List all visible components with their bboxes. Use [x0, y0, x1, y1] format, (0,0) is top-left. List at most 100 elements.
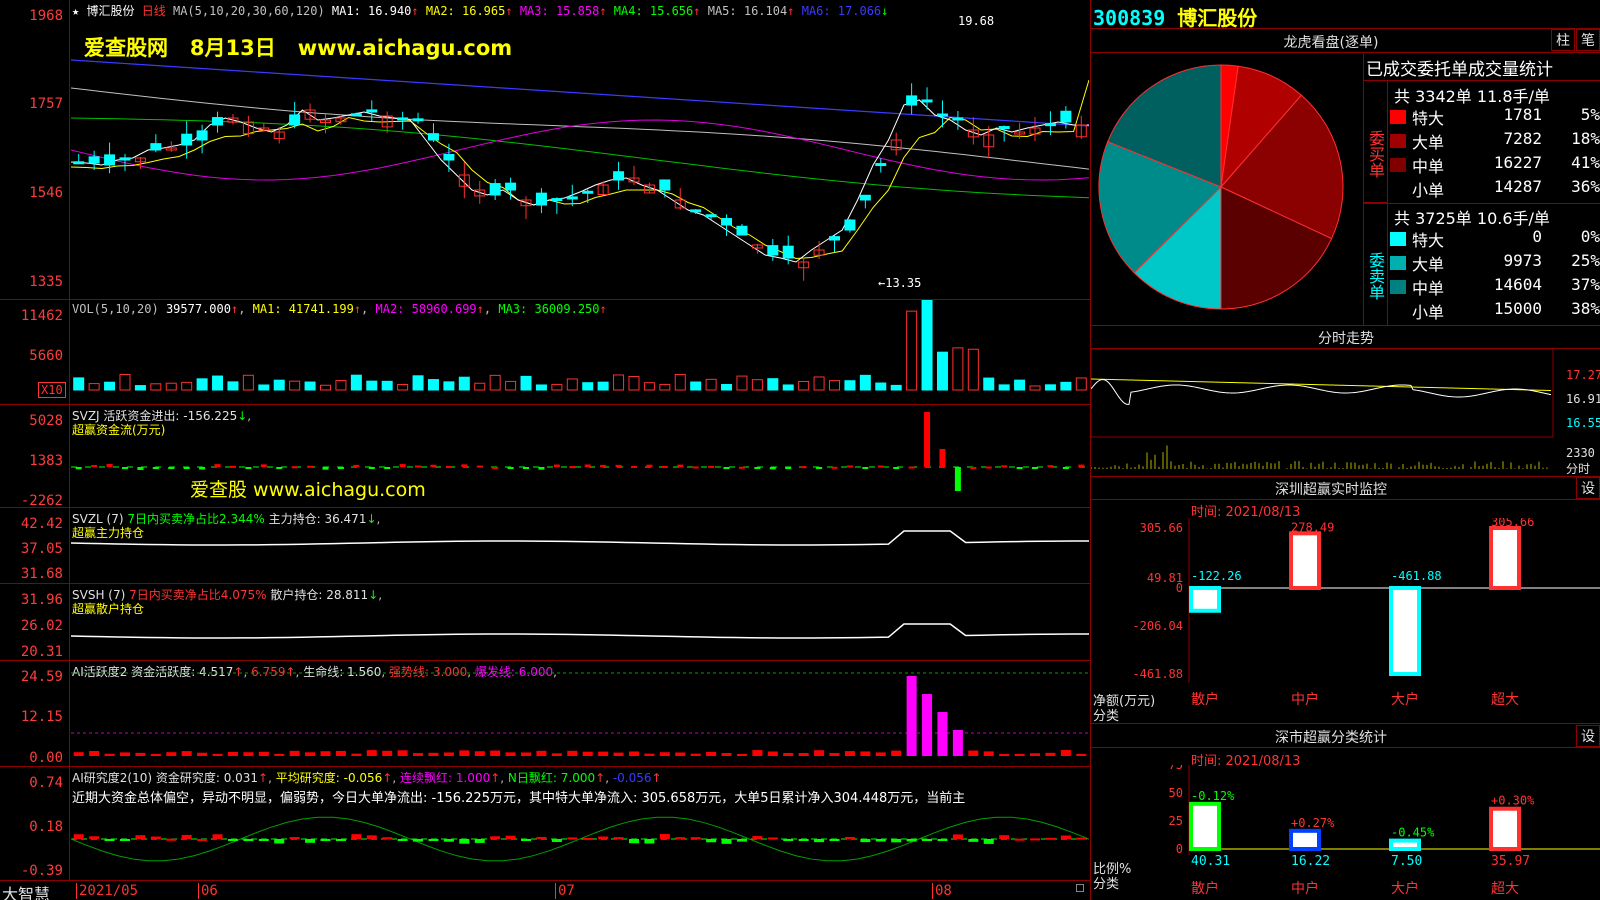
ai-activity-panel[interactable]: 24.59 12.15 0.00 AI活跃度2 资金活跃度: 4.517↑, 6… [0, 661, 1090, 767]
lhb-title: 龙虎看盘(逐单) [1283, 35, 1379, 51]
fs-tick: 16.91 [1566, 392, 1600, 406]
class-category: 中户 [1291, 880, 1319, 897]
candle-body [844, 219, 856, 231]
volume-panel[interactable]: 11462 5660 X10 VOL(5,10,20) 39577.000↑, … [0, 300, 1090, 405]
column-mode-button[interactable]: 柱 [1551, 29, 1575, 51]
sell-summary: 共 3725单 10.6手/单 [1394, 209, 1550, 228]
flow-bar [1001, 465, 1008, 468]
research-bar [104, 839, 115, 841]
intraday-chart[interactable] [1091, 349, 1556, 476]
activity-bar [999, 753, 1010, 756]
monitor-settings-button[interactable]: 设 [1576, 477, 1600, 499]
flow-bar [538, 467, 545, 470]
research-bar [258, 839, 269, 841]
flow-bar [137, 467, 144, 470]
flow-bar [1047, 465, 1054, 468]
buy-summary: 共 3342单 11.8手/单 [1394, 87, 1550, 106]
research-bar [227, 839, 238, 841]
candle-body [875, 163, 887, 167]
stats-label: 中单 [1412, 157, 1445, 176]
volume-bar [875, 382, 887, 391]
y-tick: 37.05 [20, 541, 63, 557]
y-tick: 0.00 [29, 750, 63, 766]
activity-bar [351, 753, 362, 756]
class-title: 深市超赢分类统计 [1275, 730, 1387, 746]
activity-bar [258, 751, 269, 756]
candle-body [906, 95, 918, 106]
candle-body [705, 214, 717, 218]
candle-body [535, 192, 547, 206]
research-bar [875, 839, 886, 842]
activity-bar [305, 752, 316, 756]
svzl-panel[interactable]: 42.42 37.05 31.68 SVZL (7) 7日内买卖净占比2.344… [0, 508, 1090, 584]
tick-mode-button[interactable]: 笔 [1576, 29, 1600, 51]
candle-body [196, 130, 208, 141]
y-tick: 1383 [29, 453, 63, 469]
svsh-panel[interactable]: 31.96 26.02 20.31 SVSH (7) 7日内买卖净占比4.075… [0, 584, 1090, 661]
flow-bar [291, 466, 298, 469]
volume-bar [551, 383, 563, 391]
svzj-panel[interactable]: 5028 1383 -2262 SVZJ 活跃资金进出: -156.225↓, … [0, 405, 1090, 509]
research-bar [844, 836, 855, 839]
research-bar [814, 839, 825, 843]
research-bar [428, 839, 439, 841]
legend-swatch [1390, 182, 1406, 196]
activity-bar [598, 751, 609, 756]
volume-bar [721, 384, 733, 391]
research-bar [459, 839, 470, 844]
activity-bar [443, 752, 454, 756]
research-bar [274, 839, 285, 844]
volume-bar [751, 379, 763, 391]
ai-research-panel[interactable]: 0.74 0.18 -0.39 AI研究度2(10) 资金研究度: 0.031↑… [0, 767, 1090, 880]
activity-bar [243, 752, 254, 756]
volume-bar [88, 383, 100, 391]
flow-bar [307, 465, 314, 468]
activity-bar [983, 751, 994, 756]
research-bar [335, 839, 346, 842]
fs-tick: 16.55 [1566, 416, 1600, 430]
volume-bar [1029, 385, 1041, 391]
stats-count: 14604 [1493, 275, 1542, 294]
activity-bar [844, 751, 855, 756]
activity-bar [505, 752, 516, 756]
research-bar [613, 837, 624, 840]
candle-body [73, 161, 85, 165]
candle-body [998, 126, 1010, 130]
flow-bar [476, 465, 483, 468]
stats-count: 1781 [1503, 105, 1542, 124]
stats-row: 小单 15000 38% [1390, 299, 1600, 323]
legend-swatch [1390, 280, 1406, 294]
activity-bar [860, 751, 871, 756]
fs-price-line [1091, 378, 1552, 405]
volume-bar [952, 347, 964, 391]
kline-chart[interactable] [71, 0, 1089, 299]
volume-bar [597, 381, 609, 391]
research-bar [906, 839, 917, 842]
volume-bar [289, 380, 301, 391]
activity-bar [73, 752, 84, 756]
y-tick: 12.15 [20, 709, 63, 725]
flow-bar [908, 466, 915, 469]
volume-bar [659, 383, 671, 391]
volume-bar [1044, 384, 1056, 391]
volume-y-axis: 11462 5660 X10 [0, 300, 70, 404]
volume-bar [1014, 379, 1026, 391]
kline-panel[interactable]: 1968 1757 1546 1335 ★ 博汇股份 日线 MA(5,10,20… [0, 0, 1090, 300]
volume-unit: X10 [38, 382, 66, 398]
volume-bar [196, 378, 208, 391]
research-bar [166, 838, 177, 841]
class-settings-button[interactable]: 设 [1576, 725, 1600, 747]
candle-body [350, 113, 362, 117]
lock-icon[interactable] [1076, 884, 1084, 892]
stats-pct: 37% [1571, 275, 1600, 294]
activity-bar [1076, 753, 1087, 756]
research-bar [382, 837, 393, 840]
stats-pct: 0% [1580, 227, 1600, 246]
class-tick: 0 [1176, 842, 1183, 856]
flow-bar [183, 467, 190, 469]
research-bar [567, 837, 578, 840]
candle-body [952, 117, 964, 121]
class-pct: +0.27% [1291, 816, 1335, 830]
volume-bar [134, 385, 146, 391]
research-bar [351, 834, 362, 839]
